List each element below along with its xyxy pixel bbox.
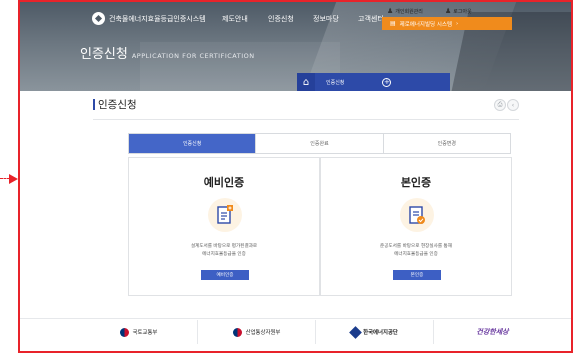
content-title: 인증신청 [98, 99, 137, 111]
page-heading-en: APPLICATION FOR CERTIFICATION [131, 52, 255, 60]
kea-logo-icon [349, 325, 363, 339]
location-bar: ⌂ 인증신청 + [297, 73, 450, 91]
document-pencil-icon [208, 198, 242, 232]
tab-apply[interactable]: 인증신청 [129, 134, 257, 153]
footer-link-molit[interactable]: 국토교통부 [80, 320, 198, 344]
panel-preliminary: 예비인증 설계도서를 바탕으로 평가된결과로 에너지효율등급을 인증 예비인증 [128, 157, 320, 296]
taegeuk-icon [232, 327, 242, 337]
building-icon: ▤ [390, 20, 396, 27]
gnb-item-apply[interactable]: 인증신청 [268, 14, 294, 24]
gnb-item-support[interactable]: 고객센터 [358, 14, 384, 24]
print-icon[interactable]: ⎙ [494, 99, 506, 111]
panel-main: 본인증 준공도서를 바탕으로 현장실사를 통해 에너지효율등급을 인증 본인증 [320, 157, 512, 296]
person-icon: ♟ [387, 7, 394, 15]
preliminary-button[interactable]: 예비인증 [201, 270, 249, 280]
panel-title: 본인증 [400, 176, 432, 189]
logo-icon [92, 12, 105, 25]
home-icon[interactable]: ⌂ [297, 73, 315, 91]
main-cert-button[interactable]: 본인증 [393, 270, 441, 280]
util-member[interactable]: ♟ 개인회원관리 [387, 7, 423, 15]
panel-title: 예비인증 [203, 176, 245, 189]
title-accent [93, 99, 95, 110]
chevron-right-icon: › [456, 20, 459, 27]
util-logout[interactable]: ♟ 로그아웃 [445, 7, 472, 15]
gnb-item-guide[interactable]: 제도안내 [222, 14, 248, 24]
site-name: 건축물에너지효율등급인증시스템 [109, 14, 206, 23]
page-heading: 인증신청 APPLICATION FOR CERTIFICATION [80, 47, 255, 62]
highlight-frame: 건축물에너지효율등급인증시스템 제도안내 인증신청 정보마당 고객센터 ♟ 개인… [18, 0, 573, 353]
panel-description: 설계도서를 바탕으로 평가된결과로 에너지효율등급을 인증 [190, 244, 258, 257]
header-banner: 건축물에너지효율등급인증시스템 제도안내 인증신청 정보마당 고객센터 ♟ 개인… [20, 2, 571, 91]
footer-divider [20, 318, 571, 319]
site-logo[interactable]: 건축물에너지효율등급인증시스템 [92, 12, 206, 25]
footer-link-kea[interactable]: 한국에너지공단 [316, 320, 434, 344]
footer-link-health[interactable]: 건강한세상 [434, 320, 551, 344]
taegeuk-icon [119, 327, 129, 337]
person-icon: ♟ [445, 7, 452, 15]
location-current[interactable]: 인증신청 [326, 79, 344, 86]
tab-bar: 인증신청 인증완료 인증변경 [128, 133, 511, 154]
location-plus-button[interactable]: + [382, 77, 392, 87]
share-icon[interactable]: ‹ [507, 99, 519, 111]
gnb-item-info[interactable]: 정보마당 [313, 14, 339, 24]
footer-link-motie[interactable]: 산업통상자원부 [198, 320, 316, 344]
zero-energy-button[interactable]: ▤ 제로에너지빌딩 시스템 › [382, 17, 512, 30]
tab-complete[interactable]: 인증완료 [256, 134, 384, 153]
title-divider [93, 119, 519, 120]
panel-description: 준공도서를 바탕으로 현장실사를 통해 에너지효율등급을 인증 [379, 244, 452, 257]
pointer-arrow [0, 174, 18, 184]
document-check-icon [400, 198, 434, 232]
tab-change[interactable]: 인증변경 [383, 134, 510, 153]
footer-links: 국토교통부 산업통상자원부 한국에너지공단 건강한세상 [80, 320, 551, 344]
